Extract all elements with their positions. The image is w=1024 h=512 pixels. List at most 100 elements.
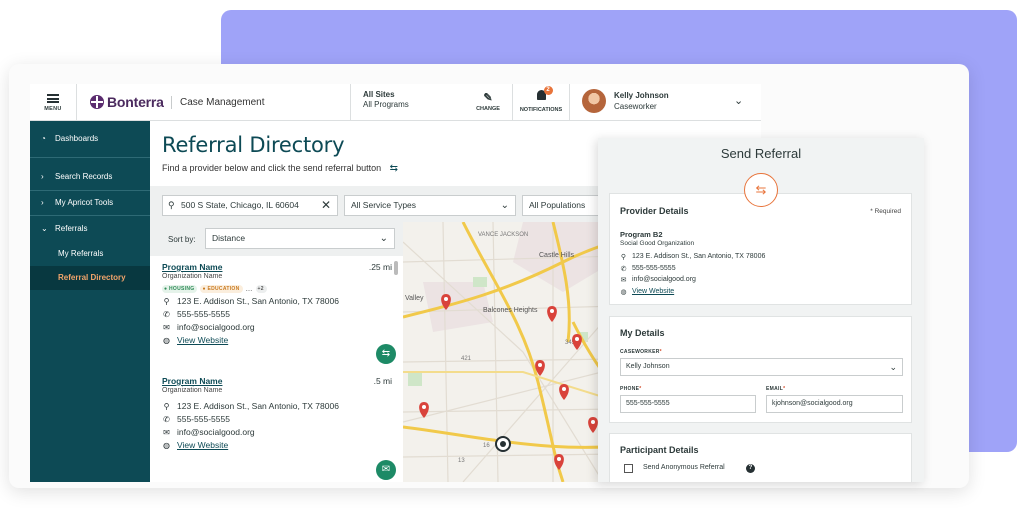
section-heading: My Details [620, 328, 665, 338]
sort-label: Sort by: [168, 235, 196, 244]
tag-education: ● EDUCATION [200, 285, 243, 293]
chevron-down-icon: ⌄ [889, 362, 897, 372]
email-value: kjohnson@socialgood.org [772, 400, 853, 407]
send-referral-panel: Send Referral ⇆ Provider Details * Requi… [598, 138, 924, 482]
bell-icon: 2 [536, 86, 553, 100]
address-line: ⚲ 123 E. Addison St., San Antonio, TX 780… [162, 401, 392, 411]
caseworker-value: Kelly Johnson [626, 363, 670, 370]
website-line: ◍ View Website [620, 288, 674, 296]
send-referral-icon: ⇆ [744, 173, 778, 207]
sidebar-item-dashboards[interactable]: ◔ Dashboards [30, 127, 150, 149]
chevron-down-icon: ⌄ [41, 223, 48, 233]
email-text: info@socialgood.org [177, 427, 255, 437]
anonymous-referral-checkbox[interactable] [624, 464, 633, 473]
sidebar-subitem-label: Referral Directory [58, 273, 126, 282]
email-line: ✉ info@socialgood.org [162, 427, 392, 437]
caseworker-label: CASEWORKER* [620, 349, 662, 355]
brand-name: Bonterra [107, 94, 164, 110]
avatar [582, 89, 606, 113]
help-icon[interactable]: ? [746, 464, 755, 473]
website-link[interactable]: View Website [632, 288, 674, 296]
sort-value: Distance [212, 233, 246, 243]
website-link[interactable]: View Website [177, 440, 228, 450]
sidebar-item-label: My Apricot Tools [55, 197, 114, 207]
sort-row: Sort by: Distance ⌄ [150, 222, 410, 256]
tag-more[interactable]: +2 [255, 285, 267, 293]
provider-list: Program Name Organization Name .25 mi ● … [162, 256, 402, 482]
sidebar-subitem-referral-directory[interactable]: Referral Directory [30, 266, 150, 290]
mail-icon: ✉ [163, 322, 170, 332]
service-types-value: All Service Types [351, 200, 417, 210]
page-subtitle: Find a provider below and click the send… [162, 163, 398, 174]
notification-count-badge: 2 [543, 86, 553, 95]
sidebar: ◔ Dashboards › Search Records › My Apric… [30, 121, 150, 482]
service-types-select[interactable]: All Service Types ⌄ [344, 195, 516, 216]
send-referral-button[interactable]: ⇆ [376, 344, 396, 364]
location-input[interactable]: ⚲ 500 S State, Chicago, IL 60604 ✕ [162, 195, 338, 216]
location-pin-icon: ⚲ [163, 296, 170, 306]
menu-button[interactable]: MENU [30, 84, 77, 121]
bonterra-logo-icon [90, 95, 104, 109]
chevron-right-icon: › [41, 197, 44, 207]
sidebar-item-referrals[interactable]: ⌄ Referrals [30, 217, 150, 239]
phone-field[interactable]: 555-555-5555 [620, 395, 756, 413]
location-pin-icon: ⚲ [163, 401, 170, 411]
change-label: CHANGE [476, 106, 500, 112]
list-scrollbar[interactable] [394, 261, 398, 275]
panel-title: Send Referral [720, 146, 802, 161]
location-pin-icon: ⚲ [168, 200, 175, 210]
website-link[interactable]: View Website [177, 335, 228, 345]
provider-org-name: Social Good Organization [620, 240, 695, 247]
caseworker-select[interactable]: Kelly Johnson ⌄ [620, 358, 903, 376]
sidebar-item-label: Referrals [55, 223, 88, 233]
participant-details-section: Participant Details Send Anonymous Refer… [609, 433, 912, 482]
email-referral-button[interactable]: ✉ [376, 460, 396, 480]
map-pin-icon [547, 306, 557, 322]
email-field[interactable]: kjohnson@socialgood.org [766, 395, 903, 413]
phone-text: 555-555-5555 [177, 309, 230, 319]
map-label: Castle Hills [539, 252, 575, 259]
notifications-button[interactable]: 2 NOTIFICATIONS [512, 84, 570, 121]
phone-label: PHONE* [620, 386, 642, 392]
organization-name: Organization Name [162, 273, 223, 280]
email-line: ✉ info@socialgood.org [162, 322, 392, 332]
website-line: ◍ View Website [162, 335, 392, 345]
clear-icon[interactable]: ✕ [321, 196, 331, 215]
sidebar-item-label: Dashboards [55, 133, 99, 143]
bonterra-logo[interactable]: Bonterra [90, 94, 164, 110]
map-park [473, 277, 487, 287]
email-line: ✉ info@socialgood.org [620, 276, 696, 284]
phone-value: 555-555-5555 [626, 400, 670, 407]
tag-housing: ● HOUSING [162, 285, 198, 293]
subtitle-text: Find a provider below and click the send… [162, 163, 382, 173]
module-name: Case Management [171, 96, 265, 109]
map-label: 421 [461, 356, 472, 362]
list-item: Program Name Organization Name .5 mi ⚲ 12… [162, 376, 392, 450]
sidebar-item-search-records[interactable]: › Search Records [30, 165, 150, 187]
user-menu[interactable]: Kelly Johnson Caseworker ⌄ [582, 89, 752, 117]
map-label: Balcones Heights [483, 307, 538, 314]
phone-icon: ✆ [620, 266, 627, 273]
more-dots: … [245, 285, 253, 293]
change-button[interactable]: ✎ CHANGE [466, 90, 510, 112]
program-name-link[interactable]: Program Name [162, 376, 392, 386]
sidebar-item-label: Search Records [55, 171, 113, 181]
address-text: 123 E. Addison St., San Antonio, TX 7800… [177, 401, 339, 411]
required-note: * Required [870, 208, 901, 215]
dashboard-icon: ◔ [41, 133, 46, 143]
address-text: 123 E. Addison St., San Antonio, TX 7800… [632, 253, 766, 260]
map-pin-icon [588, 417, 598, 433]
sidebar-subitem-my-referrals[interactable]: My Referrals [58, 249, 103, 258]
chevron-right-icon: › [41, 171, 44, 181]
location-value: 500 S State, Chicago, IL 60604 [181, 200, 299, 210]
distance: .5 mi [373, 376, 392, 386]
current-location-icon [495, 436, 511, 452]
program-name-link[interactable]: Program Name [162, 262, 392, 272]
mail-icon: ✉ [163, 427, 170, 437]
sort-select[interactable]: Distance ⌄ [205, 228, 395, 249]
list-item: Program Name Organization Name .25 mi ● … [162, 262, 392, 345]
map-pin-icon [559, 384, 569, 400]
populations-select[interactable]: All Populations [522, 195, 602, 216]
phone-text: 555-555-5555 [632, 265, 676, 272]
sidebar-item-apricot-tools[interactable]: › My Apricot Tools [30, 191, 150, 213]
